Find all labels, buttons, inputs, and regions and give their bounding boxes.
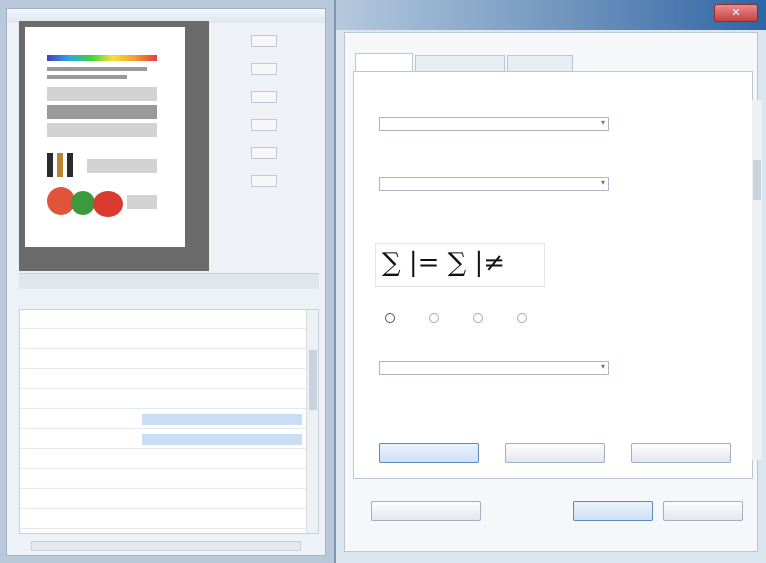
glyph-preview: ∑ |= ∑ |≠ bbox=[382, 248, 506, 278]
zoom-strip bbox=[245, 29, 285, 209]
preview-block bbox=[127, 195, 157, 209]
text-line bbox=[47, 67, 147, 71]
property-value bbox=[142, 454, 302, 465]
radio-option[interactable] bbox=[517, 313, 527, 323]
preview-figure bbox=[47, 153, 53, 177]
tab-2[interactable] bbox=[415, 55, 505, 71]
table-row[interactable] bbox=[20, 510, 306, 529]
zoom-tick[interactable] bbox=[251, 91, 277, 103]
property-name bbox=[24, 474, 134, 485]
table-row[interactable] bbox=[20, 350, 306, 369]
table-row[interactable] bbox=[20, 450, 306, 469]
zoom-tick[interactable] bbox=[251, 147, 277, 159]
text-line bbox=[47, 75, 127, 79]
preview-figure bbox=[57, 153, 63, 177]
property-value bbox=[142, 394, 302, 405]
scrollbar-thumb[interactable] bbox=[309, 350, 317, 410]
table-row[interactable] bbox=[20, 470, 306, 489]
property-value bbox=[142, 374, 302, 385]
scrollbar-thumb[interactable] bbox=[753, 160, 761, 200]
property-value bbox=[142, 354, 302, 365]
property-name bbox=[24, 314, 134, 325]
table-row[interactable] bbox=[20, 330, 306, 349]
property-name bbox=[24, 514, 134, 525]
dialog-body: ▾ ▾ ∑ |= ∑ |≠ ▾ bbox=[344, 32, 758, 552]
property-value[interactable] bbox=[142, 414, 302, 425]
property-name bbox=[24, 374, 134, 385]
table-row[interactable] bbox=[20, 490, 306, 509]
glyph-preview-box: ∑ |= ∑ |≠ bbox=[375, 243, 545, 287]
preview-apple bbox=[71, 191, 95, 215]
page-preview-frame bbox=[19, 21, 209, 271]
property-name bbox=[24, 454, 134, 465]
horizontal-scrollbar[interactable] bbox=[31, 541, 301, 551]
property-name bbox=[24, 494, 134, 505]
property-name bbox=[24, 394, 134, 405]
close-button[interactable]: ✕ bbox=[714, 4, 758, 22]
preview-block bbox=[47, 105, 157, 119]
left-panel bbox=[6, 8, 326, 556]
zoom-tick[interactable] bbox=[251, 35, 277, 47]
dialog-scrollbar[interactable] bbox=[752, 100, 762, 460]
settings-dialog: ✕ ▾ ▾ ∑ |= ∑ |≠ ▾ bbox=[334, 0, 766, 563]
radio-option[interactable] bbox=[473, 313, 483, 323]
cancel-button[interactable] bbox=[663, 501, 743, 521]
preview-figure bbox=[67, 153, 73, 177]
tab-1[interactable] bbox=[355, 53, 413, 71]
chevron-down-icon: ▾ bbox=[600, 362, 605, 371]
property-value bbox=[142, 334, 302, 345]
property-value bbox=[142, 514, 302, 525]
zoom-tick[interactable] bbox=[251, 175, 277, 187]
tab-3[interactable] bbox=[507, 55, 573, 71]
mid-button-1[interactable] bbox=[379, 443, 479, 463]
radio-option[interactable] bbox=[429, 313, 439, 323]
field1-select[interactable]: ▾ bbox=[379, 117, 609, 131]
zoom-tick[interactable] bbox=[251, 63, 277, 75]
preview-block bbox=[47, 123, 157, 137]
preview-block bbox=[47, 87, 157, 101]
field3-select[interactable]: ▾ bbox=[379, 361, 609, 375]
page-preview[interactable] bbox=[25, 27, 185, 247]
preview-block bbox=[87, 159, 157, 173]
color-bar bbox=[47, 55, 157, 61]
properties-table bbox=[19, 309, 319, 534]
mid-button-3[interactable] bbox=[631, 443, 731, 463]
table-row-selected[interactable] bbox=[20, 430, 306, 449]
property-name bbox=[24, 434, 134, 445]
property-name bbox=[24, 334, 134, 345]
preview-status-strip bbox=[19, 273, 319, 289]
property-name bbox=[24, 414, 134, 425]
chevron-down-icon: ▾ bbox=[600, 178, 605, 187]
table-row-selected[interactable] bbox=[20, 410, 306, 429]
property-value bbox=[142, 494, 302, 505]
close-icon: ✕ bbox=[731, 7, 741, 19]
radio-option[interactable] bbox=[385, 313, 395, 323]
property-name bbox=[24, 354, 134, 365]
table-row[interactable] bbox=[20, 390, 306, 409]
property-value bbox=[142, 314, 302, 325]
table-row[interactable] bbox=[20, 310, 306, 329]
preview-apple bbox=[93, 191, 123, 217]
property-value bbox=[142, 474, 302, 485]
dialog-titlebar: ✕ bbox=[336, 0, 766, 30]
chevron-down-icon: ▾ bbox=[600, 118, 605, 127]
ok-button[interactable] bbox=[573, 501, 653, 521]
zoom-tick[interactable] bbox=[251, 119, 277, 131]
properties-scrollbar[interactable] bbox=[306, 310, 318, 533]
extra-button[interactable] bbox=[371, 501, 481, 521]
field2-select[interactable]: ▾ bbox=[379, 177, 609, 191]
table-row[interactable] bbox=[20, 370, 306, 389]
property-value[interactable] bbox=[142, 434, 302, 445]
mid-button-2[interactable] bbox=[505, 443, 605, 463]
